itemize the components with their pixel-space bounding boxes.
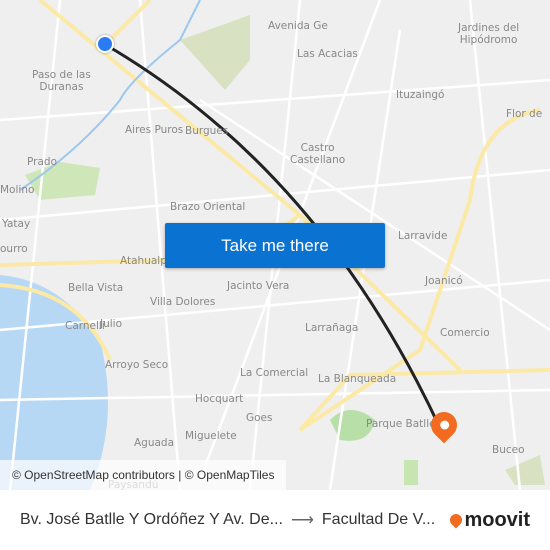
map-label: Yatay — [2, 218, 31, 230]
map-label: Miguelete — [185, 430, 237, 442]
map-label: Jacinto Vera — [227, 280, 290, 292]
moovit-logo[interactable]: moovit — [447, 509, 530, 532]
map-label: Avenida Ge — [268, 20, 328, 32]
map-label: Julio — [100, 318, 123, 330]
map-label: Parque Batlle — [366, 418, 436, 430]
map-label: Molino — [0, 184, 35, 196]
map-label: Larrañaga — [305, 322, 359, 334]
map-label: Castro Castellano — [290, 142, 346, 166]
map-label: Hocquart — [195, 393, 244, 405]
map-label: Las Acacias — [297, 48, 358, 60]
map[interactable]: Paso de las Duranas Las Acacias Jardines d… — [0, 0, 550, 490]
map-label: Aires Puros — [125, 124, 184, 136]
map-label: Goes — [246, 412, 273, 424]
map-label: ourro — [0, 243, 28, 255]
map-label: Comercio — [440, 327, 490, 339]
map-label: Brazo Oriental — [170, 201, 246, 213]
origin-name: Bv. José Batlle Y Ordóñez Y Av. De... — [20, 511, 283, 528]
map-label: Joanicó — [425, 275, 463, 287]
map-label: Paso de las Duranas — [32, 69, 91, 93]
map-label: Larravide — [398, 230, 448, 242]
arrow-right-icon: ⟶ — [290, 512, 314, 529]
map-label: Prado — [27, 156, 57, 168]
map-label: Villa Dolores — [150, 296, 216, 308]
map-label: Bella Vista — [68, 282, 124, 294]
map-label: Aguada — [134, 437, 175, 449]
map-attribution[interactable]: © OpenStreetMap contributors | © OpenMap… — [0, 460, 287, 490]
map-label: La Comercial — [240, 367, 309, 379]
origin-marker[interactable] — [96, 35, 114, 53]
map-label: La Blanqueada — [318, 373, 397, 385]
map-label: Burgues — [185, 125, 229, 137]
map-label: Flor de — [506, 108, 543, 120]
moovit-pin-icon — [447, 511, 465, 529]
map-label: Carnelli — [65, 320, 105, 332]
route-footer: Bv. José Batlle Y Ordóñez Y Av. De... ⟶ … — [0, 490, 550, 550]
take-me-there-button[interactable]: Take me there — [165, 223, 385, 268]
map-label: Ituzaingó — [396, 89, 445, 101]
map-label: Jardines del Hipódromo — [458, 22, 520, 46]
map-label: Arroyo Seco — [105, 359, 169, 371]
map-label: Buceo — [492, 444, 525, 456]
destination-name: Facultad De V... — [321, 511, 436, 528]
